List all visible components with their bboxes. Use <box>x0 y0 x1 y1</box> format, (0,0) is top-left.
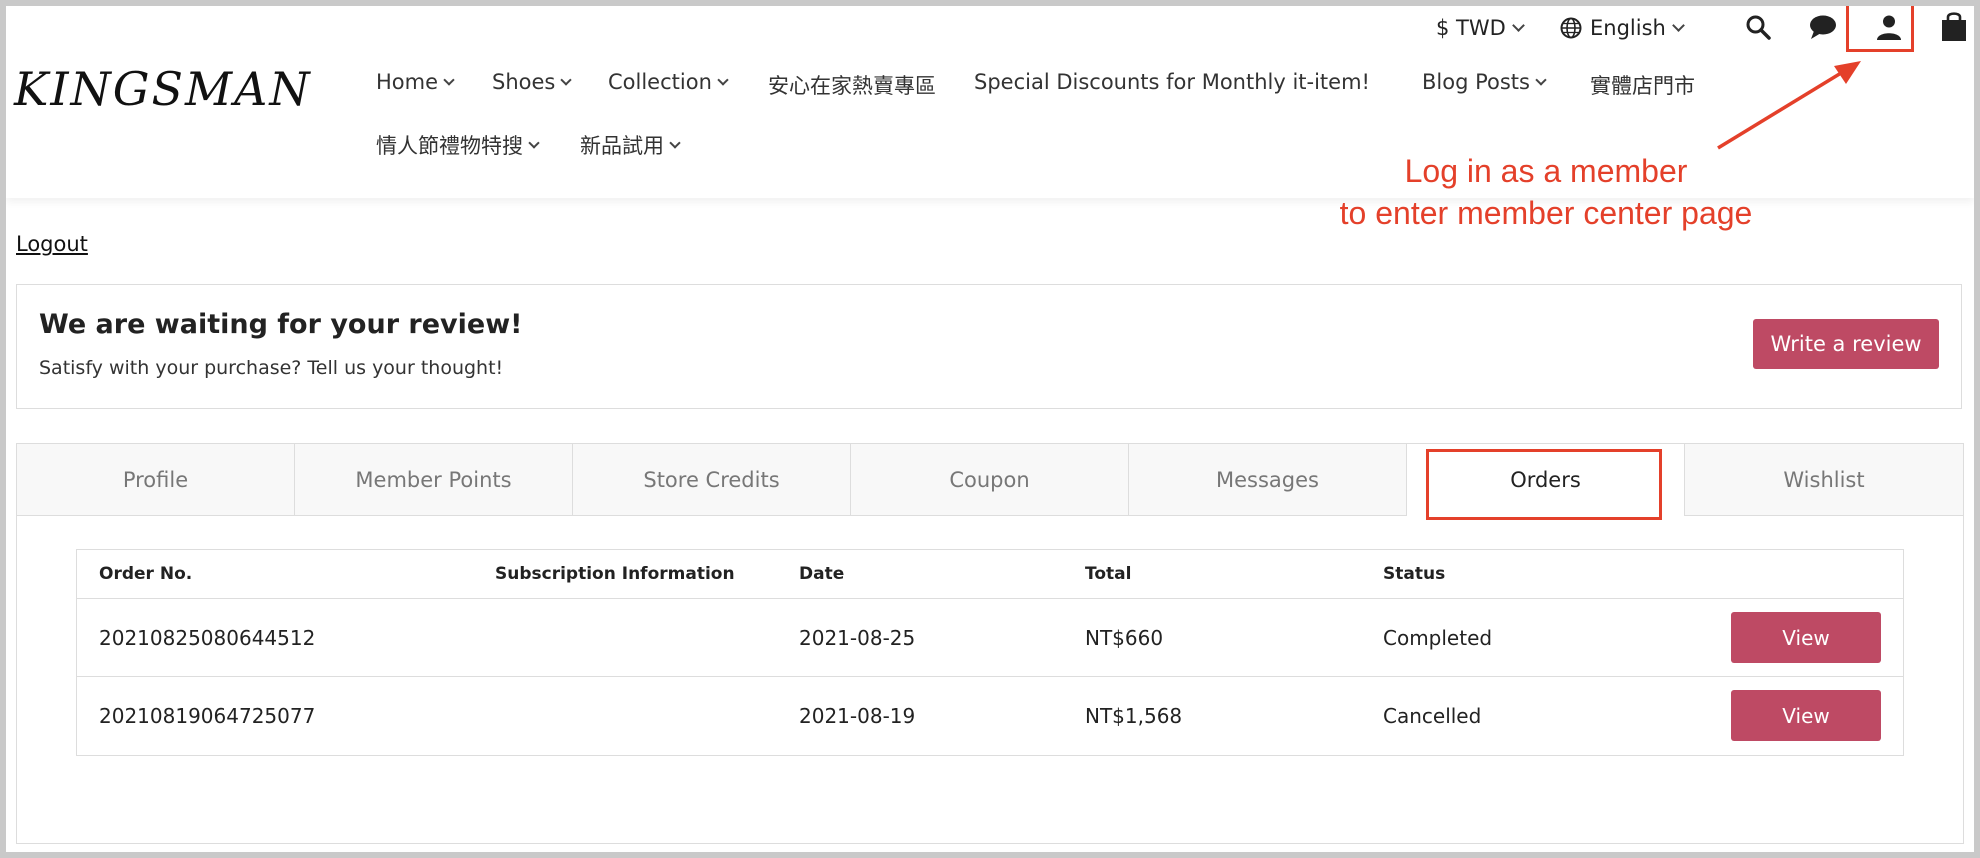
tab-store-credits[interactable]: Store Credits <box>572 443 851 516</box>
nav-label: 實體店門市 <box>1590 74 1695 98</box>
currency-label: $ TWD <box>1436 16 1506 40</box>
nav-label: Home <box>376 70 439 94</box>
view-order-button[interactable]: View <box>1731 612 1881 663</box>
kingsman-logo[interactable]: KINGSMAN <box>14 62 312 116</box>
orders-table: Order No. Subscription Information Date … <box>76 549 1904 756</box>
order-number: 20210819064725077 <box>99 704 316 728</box>
column-total: Total <box>1085 564 1132 584</box>
globe-icon <box>1560 17 1582 39</box>
annotation-highlight-orders <box>1426 449 1662 520</box>
browser-frame: $ TWD English KINGSMAN Home Shoes Collec… <box>6 6 1974 852</box>
language-label: English <box>1590 16 1666 40</box>
nav-physical-stores[interactable]: 實體店門市 <box>1590 70 1695 100</box>
tab-messages[interactable]: Messages <box>1128 443 1407 516</box>
logout-link[interactable]: Logout <box>16 232 88 256</box>
chevron-down-icon <box>669 136 681 149</box>
order-date: 2021-08-25 <box>799 625 916 650</box>
order-total: NT$660 <box>1085 625 1164 650</box>
nav-new-product-trial[interactable]: 新品試用 <box>580 130 681 160</box>
nav-stay-home-sale[interactable]: 安心在家熱賣專區 <box>768 70 936 100</box>
nav-label: 新品試用 <box>580 134 664 158</box>
nav-shoes[interactable]: Shoes <box>492 70 573 94</box>
write-review-button[interactable]: Write a review <box>1753 319 1939 369</box>
nav-label: Blog Posts <box>1422 70 1530 94</box>
chevron-down-icon <box>528 136 540 149</box>
column-date: Date <box>799 564 845 584</box>
chevron-down-icon <box>443 73 455 86</box>
nav-special-discounts[interactable]: Special Discounts for Monthly it-item! <box>974 70 1370 94</box>
column-status: Status <box>1383 564 1446 584</box>
column-subscription: Subscription Information <box>495 564 735 584</box>
language-selector[interactable]: English <box>1560 10 1685 46</box>
view-order-button[interactable]: View <box>1731 690 1881 741</box>
chat-icon[interactable] <box>1806 10 1840 44</box>
annotation-line-1: Log in as a member <box>1404 153 1688 189</box>
tab-coupon[interactable]: Coupon <box>850 443 1129 516</box>
tab-wishlist[interactable]: Wishlist <box>1684 443 1964 516</box>
tab-profile[interactable]: Profile <box>16 443 295 516</box>
nav-home[interactable]: Home <box>376 70 455 94</box>
order-status: Completed <box>1383 625 1493 650</box>
annotation-text: Log in as a member to enter member cente… <box>1246 150 1846 234</box>
chevron-down-icon <box>560 73 573 86</box>
review-banner-title: We are waiting for your review! <box>39 309 523 340</box>
chevron-down-icon <box>717 73 729 86</box>
nav-label: Special Discounts for Monthly it-item! <box>974 70 1370 94</box>
nav-label: 安心在家熱賣專區 <box>768 74 936 98</box>
nav-collection[interactable]: Collection <box>608 70 729 94</box>
table-header: Order No. Subscription Information Date … <box>77 550 1903 599</box>
shopping-bag-icon[interactable] <box>1938 8 1970 44</box>
order-date: 2021-08-19 <box>799 704 916 728</box>
chevron-down-icon <box>1671 19 1685 32</box>
table-row: 20210819064725077 2021-08-19 NT$1,568 Ca… <box>77 677 1903 755</box>
annotation-arrow-icon <box>1717 61 1861 150</box>
chevron-down-icon <box>1511 19 1525 32</box>
currency-selector[interactable]: $ TWD <box>1436 10 1525 46</box>
column-order-no: Order No. <box>99 564 193 584</box>
annotation-line-2: to enter member center page <box>1339 195 1753 231</box>
nav-blog-posts[interactable]: Blog Posts <box>1422 70 1547 94</box>
review-banner: We are waiting for your review! Satisfy … <box>16 284 1962 409</box>
order-total: NT$1,568 <box>1085 704 1183 728</box>
annotation-highlight-user <box>1846 6 1914 52</box>
table-row: 20210825080644512 2021-08-25 NT$660 Comp… <box>77 599 1903 677</box>
nav-valentines-gifts[interactable]: 情人節禮物特搜 <box>376 130 540 160</box>
order-status: Cancelled <box>1383 704 1482 728</box>
review-banner-subtitle: Satisfy with your purchase? Tell us your… <box>39 357 504 379</box>
search-icon[interactable] <box>1742 10 1774 44</box>
nav-label: Collection <box>608 70 712 94</box>
chevron-down-icon <box>1535 73 1547 86</box>
tab-member-points[interactable]: Member Points <box>294 443 573 516</box>
nav-label: Shoes <box>492 70 556 94</box>
nav-label: 情人節禮物特搜 <box>376 134 523 158</box>
order-number: 20210825080644512 <box>99 625 316 650</box>
